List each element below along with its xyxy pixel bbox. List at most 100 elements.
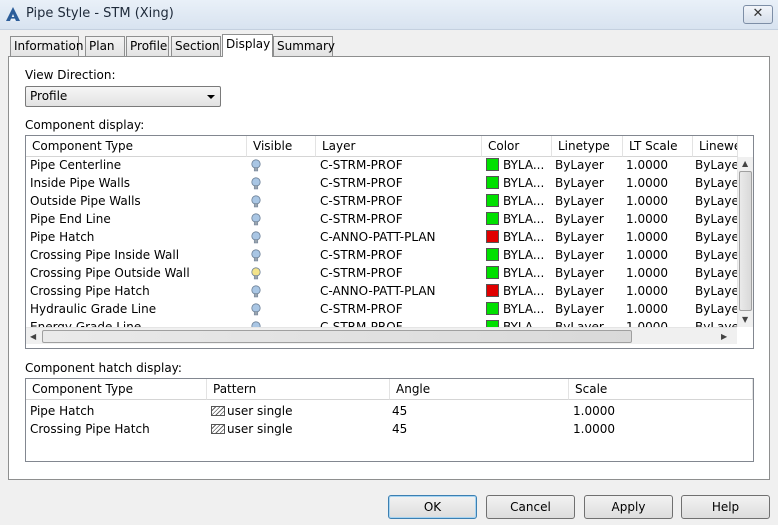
scroll-left-arrow-icon[interactable]: ◀: [30, 332, 36, 342]
visible-cell[interactable]: [247, 301, 316, 319]
lineweight-cell[interactable]: ByLaye: [695, 247, 737, 265]
visible-cell[interactable]: [247, 157, 316, 175]
layer-cell[interactable]: C-ANNO-PATT-PLAN: [320, 229, 480, 247]
hatch-display-grid[interactable]: Component Type Pattern Angle Scale Pipe …: [25, 378, 754, 462]
linetype-cell[interactable]: ByLayer: [555, 265, 623, 283]
color-cell[interactable]: BYLA...: [486, 211, 552, 229]
linetype-cell[interactable]: ByLayer: [555, 247, 623, 265]
tab-section[interactable]: Section: [171, 36, 221, 56]
table-row[interactable]: Pipe Hatch user single 45 1.0000: [26, 403, 753, 421]
col-layer[interactable]: Layer: [316, 136, 482, 157]
layer-cell[interactable]: C-STRM-PROF: [320, 157, 480, 175]
pattern-cell[interactable]: user single: [211, 421, 388, 439]
table-row[interactable]: Crossing Pipe Outside Wall C-STRM-PROF BYL…: [26, 265, 737, 283]
table-row[interactable]: Hydraulic Grade Line C-STRM-PROF BYLA... By…: [26, 301, 737, 319]
lightbulb-icon[interactable]: [251, 213, 261, 227]
layer-cell[interactable]: C-STRM-PROF: [320, 175, 480, 193]
lt-scale-cell[interactable]: 1.0000: [626, 157, 693, 175]
layer-cell[interactable]: C-STRM-PROF: [320, 193, 480, 211]
visible-cell[interactable]: [247, 211, 316, 229]
visible-cell[interactable]: [247, 265, 316, 283]
table-row[interactable]: Pipe Centerline C-STRM-PROF BYLA... ByLayer…: [26, 157, 737, 175]
lightbulb-icon[interactable]: [251, 231, 261, 245]
lt-scale-cell[interactable]: 1.0000: [626, 211, 693, 229]
lineweight-cell[interactable]: ByLaye: [695, 265, 737, 283]
horizontal-scroll-thumb[interactable]: [42, 330, 632, 343]
lineweight-cell[interactable]: ByLaye: [695, 229, 737, 247]
visible-cell[interactable]: [247, 175, 316, 193]
vertical-scroll-thumb[interactable]: [739, 171, 752, 311]
lineweight-cell[interactable]: ByLaye: [695, 301, 737, 319]
color-cell[interactable]: BYLA...: [486, 283, 552, 301]
visible-cell[interactable]: [247, 229, 316, 247]
linetype-cell[interactable]: ByLayer: [555, 283, 623, 301]
table-row[interactable]: Pipe End Line C-STRM-PROF BYLA... ByLayer 1.…: [26, 211, 737, 229]
vertical-scrollbar[interactable]: ▲ ▼: [737, 157, 753, 327]
ok-button[interactable]: OK: [388, 495, 477, 519]
visible-cell[interactable]: [247, 247, 316, 265]
col-color[interactable]: Color: [482, 136, 552, 157]
color-cell[interactable]: BYLA...: [486, 229, 552, 247]
layer-cell[interactable]: C-STRM-PROF: [320, 301, 480, 319]
table-row[interactable]: Crossing Pipe Inside Wall C-STRM-PROF BYLA…: [26, 247, 737, 265]
lt-scale-cell[interactable]: 1.0000: [626, 283, 693, 301]
linetype-cell[interactable]: ByLayer: [555, 301, 623, 319]
col-linetype[interactable]: Linetype: [552, 136, 623, 157]
scale-cell[interactable]: 1.0000: [573, 421, 751, 439]
hatch-col-scale[interactable]: Scale: [569, 379, 753, 400]
linetype-cell[interactable]: ByLayer: [555, 229, 623, 247]
linetype-cell[interactable]: ByLayer: [555, 157, 623, 175]
scroll-down-arrow-icon[interactable]: ▼: [742, 315, 748, 325]
cancel-button[interactable]: Cancel: [486, 495, 575, 519]
lightbulb-icon[interactable]: [251, 159, 261, 173]
hatch-col-angle[interactable]: Angle: [390, 379, 569, 400]
scale-cell[interactable]: 1.0000: [573, 403, 751, 421]
color-cell[interactable]: BYLA...: [486, 247, 552, 265]
pattern-cell[interactable]: user single: [211, 403, 388, 421]
view-direction-dropdown[interactable]: Profile: [25, 86, 221, 107]
lt-scale-cell[interactable]: 1.0000: [626, 229, 693, 247]
col-lineweight[interactable]: Linewe: [693, 136, 738, 157]
lt-scale-cell[interactable]: 1.0000: [626, 175, 693, 193]
lineweight-cell[interactable]: ByLaye: [695, 211, 737, 229]
tab-plan[interactable]: Plan: [85, 36, 125, 56]
visible-cell[interactable]: [247, 193, 316, 211]
lt-scale-cell[interactable]: 1.0000: [626, 301, 693, 319]
tab-display[interactable]: Display: [222, 34, 273, 57]
horizontal-scrollbar[interactable]: ◀ ▶: [26, 327, 737, 344]
lightbulb-icon[interactable]: [251, 285, 261, 299]
lightbulb-icon[interactable]: [251, 267, 261, 281]
lineweight-cell[interactable]: ByLaye: [695, 283, 737, 301]
scroll-right-arrow-icon[interactable]: ▶: [721, 332, 727, 342]
color-cell[interactable]: BYLA...: [486, 301, 552, 319]
lightbulb-icon[interactable]: [251, 195, 261, 209]
angle-cell[interactable]: 45: [392, 403, 567, 421]
lt-scale-cell[interactable]: 1.0000: [626, 247, 693, 265]
tab-summary[interactable]: Summary: [273, 36, 335, 56]
angle-cell[interactable]: 45: [392, 421, 567, 439]
lightbulb-icon[interactable]: [251, 249, 261, 263]
lt-scale-cell[interactable]: 1.0000: [626, 265, 693, 283]
tab-information[interactable]: Information: [10, 36, 83, 56]
col-component-type[interactable]: Component Type: [26, 136, 247, 157]
lightbulb-icon[interactable]: [251, 303, 261, 317]
tab-profile[interactable]: Profile: [126, 36, 169, 56]
linetype-cell[interactable]: ByLayer: [555, 193, 623, 211]
apply-button[interactable]: Apply: [584, 495, 673, 519]
lightbulb-icon[interactable]: [251, 177, 261, 191]
table-row[interactable]: Crossing Pipe Hatch user single 45 1.0000: [26, 421, 753, 439]
lineweight-cell[interactable]: ByLaye: [695, 193, 737, 211]
color-cell[interactable]: BYLA...: [486, 175, 552, 193]
table-row[interactable]: Inside Pipe Walls C-STRM-PROF BYLA... ByLay…: [26, 175, 737, 193]
layer-cell[interactable]: C-ANNO-PATT-PLAN: [320, 283, 480, 301]
layer-cell[interactable]: C-STRM-PROF: [320, 265, 480, 283]
component-display-grid[interactable]: Component Type Visible Layer Color Linet…: [25, 135, 754, 349]
table-row[interactable]: Outside Pipe Walls C-STRM-PROF BYLA... ByLa…: [26, 193, 737, 211]
color-cell[interactable]: BYLA...: [486, 193, 552, 211]
layer-cell[interactable]: C-STRM-PROF: [320, 211, 480, 229]
col-visible[interactable]: Visible: [247, 136, 316, 157]
scroll-up-arrow-icon[interactable]: ▲: [742, 159, 748, 169]
table-row[interactable]: Pipe Hatch C-ANNO-PATT-PLAN BYLA... ByLayer…: [26, 229, 737, 247]
hatch-col-pattern[interactable]: Pattern: [207, 379, 390, 400]
color-cell[interactable]: BYLA...: [486, 157, 552, 175]
